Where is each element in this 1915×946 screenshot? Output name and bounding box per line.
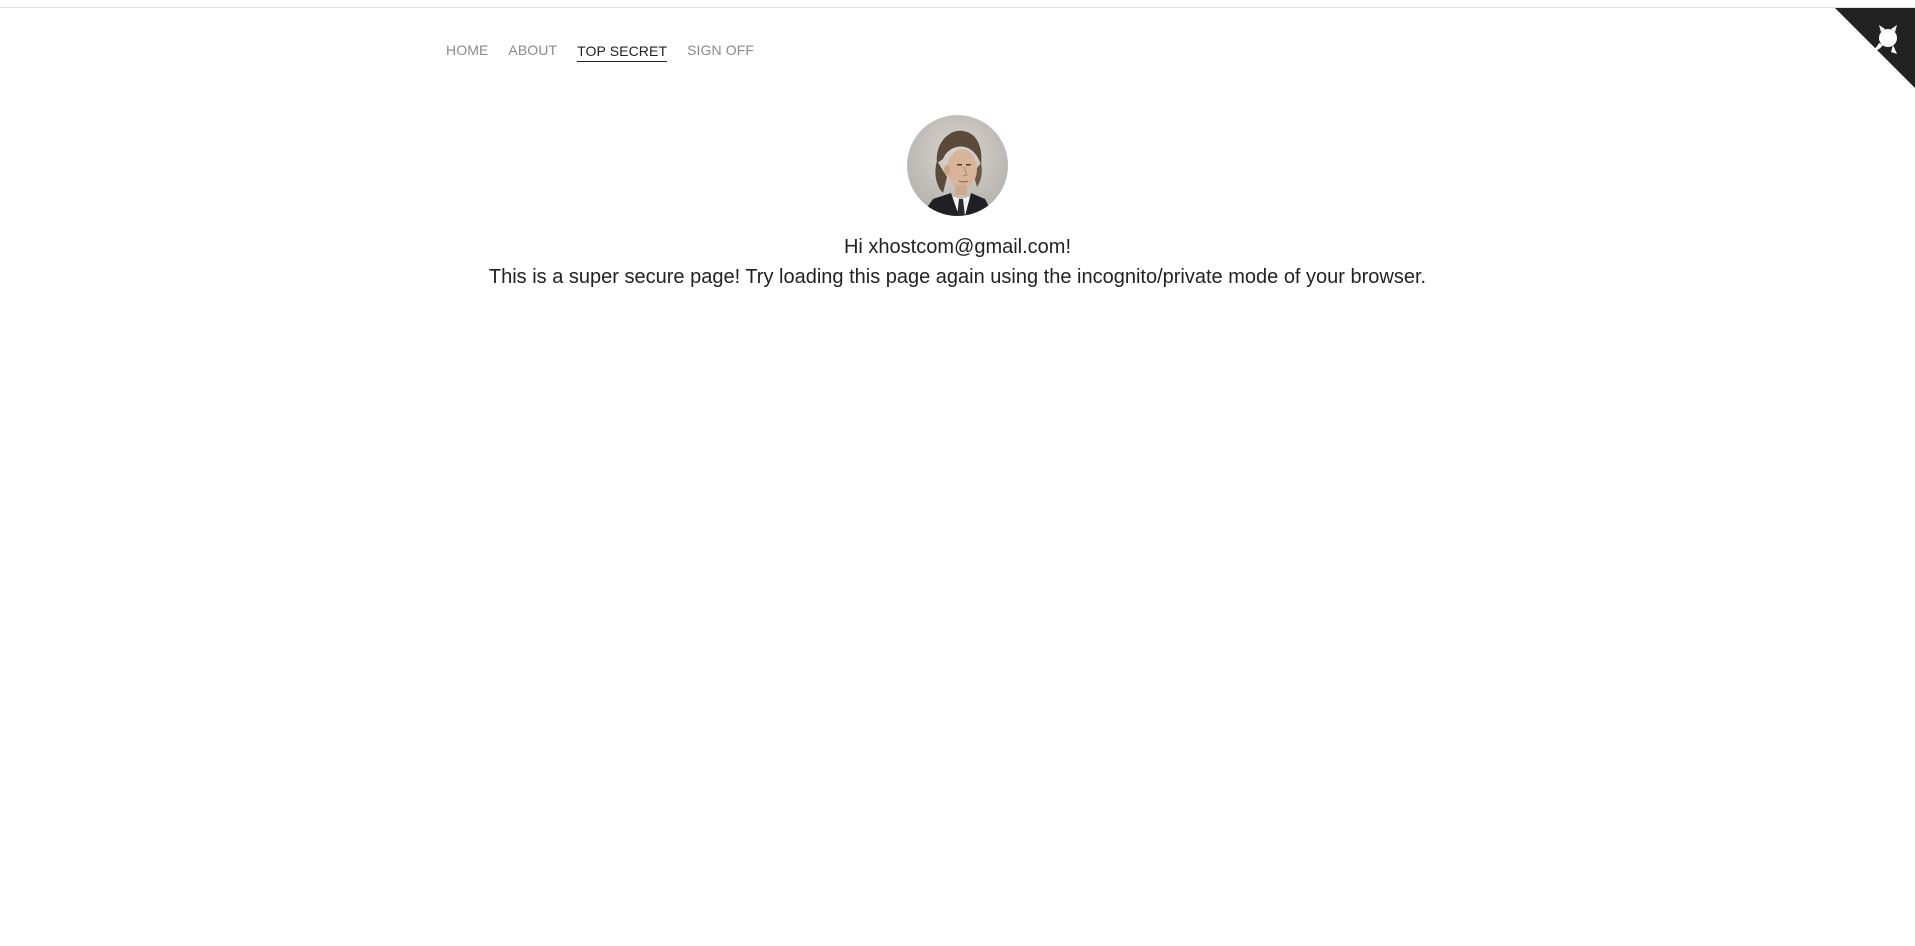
nav-top-secret[interactable]: TOP SECRET [577, 40, 668, 62]
main-nav: HOME ABOUT TOP SECRET SIGN OFF [446, 40, 754, 62]
page: HOME ABOUT TOP SECRET SIGN OFF Hi xhostc… [0, 7, 1915, 946]
octocat-icon [1835, 8, 1915, 88]
secure-page-message: This is a super secure page! Try loading… [488, 266, 1427, 288]
greeting-text: Hi xhostcom@gmail.com! [843, 236, 1072, 258]
github-corner[interactable] [1835, 8, 1915, 88]
user-photo-icon [921, 130, 994, 216]
nav-about[interactable]: ABOUT [508, 40, 557, 62]
nav-sign-off[interactable]: SIGN OFF [687, 40, 754, 62]
nav-home[interactable]: HOME [446, 40, 488, 62]
avatar [907, 115, 1008, 216]
